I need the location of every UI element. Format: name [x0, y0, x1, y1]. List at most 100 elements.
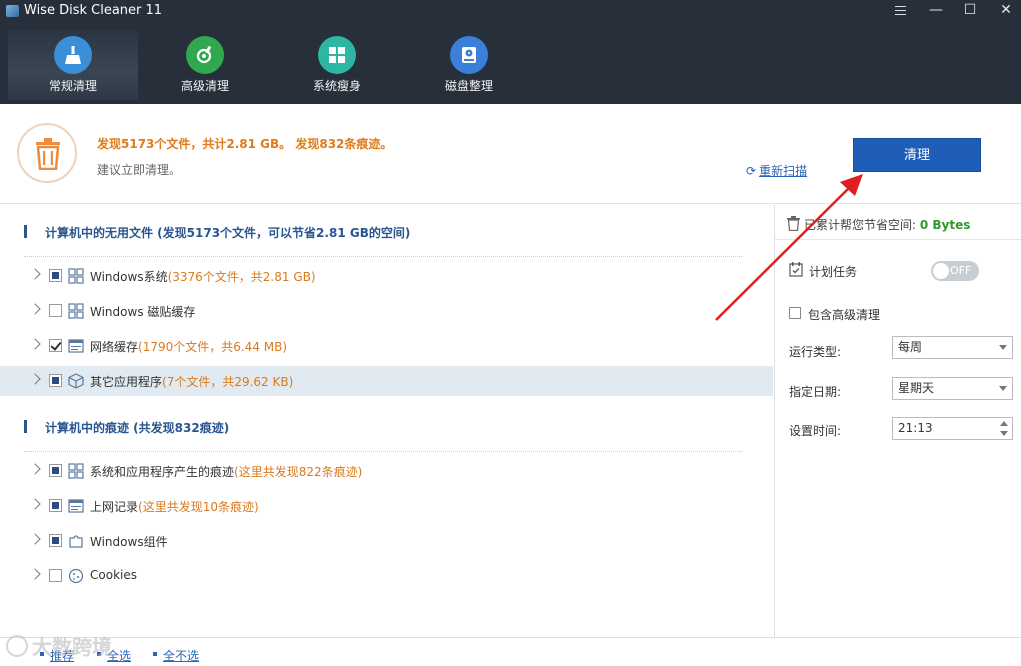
menu-icon[interactable] [882, 0, 918, 22]
item-label: Windows 磁贴缓存 [90, 305, 196, 319]
windows-grid-icon [68, 463, 84, 479]
tab-label: 高级清理 [180, 79, 229, 93]
item-label: 其它应用程序(7个文件，共29.62 KB) [90, 375, 294, 389]
watermark-logo-icon [6, 634, 28, 657]
spin-down-icon[interactable] [1000, 431, 1008, 436]
spin-up-icon[interactable] [1000, 421, 1008, 426]
date-label: 指定日期: [789, 385, 842, 399]
app-logo-icon [6, 5, 19, 17]
checkbox[interactable] [49, 269, 62, 282]
chevron-right-icon[interactable] [29, 268, 41, 280]
item-label: Windows组件 [90, 535, 168, 549]
time-spinner[interactable]: 21:13 [892, 417, 1013, 440]
divider [775, 239, 1021, 240]
rescan-link[interactable]: ⟳ 重新扫描 [746, 162, 807, 179]
list-item-windows-system[interactable]: Windows系统(3376个文件，共2.81 GB) [0, 261, 773, 291]
package-icon [68, 373, 84, 389]
run-type-label: 运行类型: [789, 345, 842, 359]
watermark-text: 大数跨境 [32, 635, 112, 659]
schedule-panel: 已累计帮您节省空间: 0 Bytes 计划任务 OFF 包含高级清理 运行类型:… [774, 205, 1021, 637]
checkbox[interactable] [49, 339, 62, 352]
trash-icon [17, 123, 77, 183]
clean-button[interactable]: 清理 [853, 138, 981, 172]
found-summary: 发现5173个文件，共计2.81 GB。 发现832条痕迹。 [97, 137, 393, 151]
chevron-right-icon[interactable] [29, 568, 41, 580]
footer-bar: 推荐 全选 全不选 [0, 637, 1021, 666]
chevron-right-icon[interactable] [29, 373, 41, 385]
windows-icon [318, 36, 356, 74]
run-type-select[interactable]: 每周 [892, 336, 1013, 359]
section-title: 计算机中的痕迹 (共发现832痕迹) [45, 421, 230, 435]
puzzle-icon [68, 533, 84, 549]
checkbox[interactable] [49, 464, 62, 477]
divider [24, 451, 742, 452]
toggle-knob [933, 263, 949, 279]
list-item-other-apps[interactable]: 其它应用程序(7个文件，共29.62 KB) [0, 366, 773, 396]
tab-disk-defrag[interactable]: 磁盘整理 [404, 30, 534, 100]
chevron-right-icon[interactable] [29, 498, 41, 510]
checkbox[interactable] [49, 569, 62, 582]
cookie-icon [68, 568, 84, 584]
saved-space: 已累计帮您节省空间: 0 Bytes [787, 216, 970, 234]
list-item-browsing-history[interactable]: 上网记录(这里共发现10条痕迹) [0, 491, 773, 521]
time-label: 设置时间: [789, 424, 842, 438]
tab-regular-clean[interactable]: 常规清理 [8, 30, 138, 100]
tab-system-slim[interactable]: 系统瘦身 [272, 30, 402, 100]
chevron-right-icon[interactable] [29, 533, 41, 545]
maximize-button[interactable]: ☐ [952, 0, 988, 22]
section-header-traces: 计算机中的痕迹 (共发现832痕迹) [24, 419, 229, 436]
tab-label: 系统瘦身 [312, 79, 361, 93]
scan-summary: 发现5173个文件，共计2.81 GB。 发现832条痕迹。 建议立即清理。 ⟳… [0, 104, 1021, 204]
date-value: 星期天 [898, 381, 935, 395]
disk-defrag-icon [450, 36, 488, 74]
suggestion-text: 建议立即清理。 [97, 163, 182, 177]
include-advanced-checkbox[interactable] [789, 307, 801, 319]
checkbox[interactable] [49, 374, 62, 387]
item-label: 系统和应用程序产生的痕迹(这里共发现822条痕迹) [90, 465, 363, 479]
checkbox[interactable] [49, 304, 62, 317]
calendar-check-icon [789, 262, 803, 280]
list-item-cookies[interactable]: Cookies [0, 561, 773, 591]
chevron-right-icon[interactable] [29, 303, 41, 315]
app-header: Wise Disk Cleaner 11 — ☐ ✕ 常规清理 高级清理 系统瘦… [0, 0, 1021, 104]
cleanup-list: 计算机中的无用文件 (发现5173个文件，可以节省2.81 GB的空间) Win… [0, 205, 773, 637]
close-button[interactable]: ✕ [988, 0, 1021, 22]
trash-small-icon [787, 216, 800, 234]
tab-advanced-clean[interactable]: 高级清理 [140, 30, 270, 100]
section-header-junk: 计算机中的无用文件 (发现5173个文件，可以节省2.81 GB的空间) [24, 224, 410, 241]
section-title: 计算机中的无用文件 (发现5173个文件，可以节省2.81 GB的空间) [45, 226, 411, 240]
list-item-system-traces[interactable]: 系统和应用程序产生的痕迹(这里共发现822条痕迹) [0, 456, 773, 486]
rescan-label: 重新扫描 [759, 164, 808, 178]
select-none-link[interactable]: 全不选 [163, 647, 199, 664]
divider [24, 256, 742, 257]
time-value: 21:13 [898, 421, 933, 435]
chevron-right-icon[interactable] [29, 338, 41, 350]
windows-grid-icon [68, 268, 84, 284]
advanced-clean-icon [186, 36, 224, 74]
item-label: Cookies [90, 568, 137, 582]
window-title: Wise Disk Cleaner 11 [24, 3, 163, 18]
schedule-label: 计划任务 [809, 265, 858, 279]
tab-label: 常规清理 [48, 79, 97, 93]
minimize-button[interactable]: — [918, 0, 954, 22]
chevron-down-icon [999, 345, 1007, 350]
list-item-windows-components[interactable]: Windows组件 [0, 526, 773, 556]
tab-label: 磁盘整理 [444, 79, 493, 93]
broom-icon [54, 36, 92, 74]
checkbox[interactable] [49, 499, 62, 512]
checkbox[interactable] [49, 534, 62, 547]
date-select[interactable]: 星期天 [892, 377, 1013, 400]
item-label: Windows系统(3376个文件，共2.81 GB) [90, 270, 316, 284]
list-item-network-cache[interactable]: 网络缓存(1790个文件，共6.44 MB) [0, 331, 773, 361]
include-advanced-label: 包含高级清理 [808, 308, 881, 322]
chevron-right-icon[interactable] [29, 463, 41, 475]
watermark: 大数跨境 [6, 631, 136, 661]
title-bar: Wise Disk Cleaner 11 — ☐ ✕ [0, 0, 1021, 22]
run-type-value: 每周 [898, 340, 923, 354]
list-item-tile-cache[interactable]: Windows 磁贴缓存 [0, 296, 773, 326]
browser-icon [68, 498, 84, 514]
refresh-icon: ⟳ [746, 164, 757, 178]
toggle-text: OFF [950, 264, 972, 277]
item-label: 网络缓存(1790个文件，共6.44 MB) [90, 340, 288, 354]
schedule-toggle[interactable]: OFF [931, 261, 979, 281]
